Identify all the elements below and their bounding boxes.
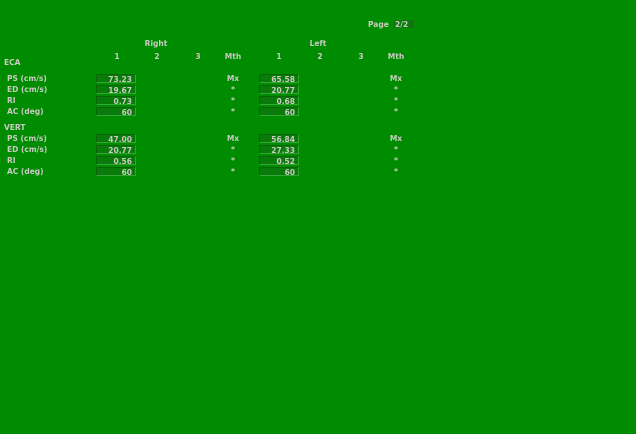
left-method: Mx — [389, 74, 403, 83]
right-col-mth-header: Mth — [224, 52, 242, 61]
right-value-cell: 47.00 — [96, 134, 136, 144]
right-value-cell: 0.73 — [96, 96, 136, 106]
left-method: * — [394, 167, 398, 176]
left-method: * — [394, 107, 398, 116]
left-value-cell: 60 — [259, 167, 299, 177]
left-side-header: Left — [309, 39, 327, 48]
page-number: 2/2 — [395, 20, 409, 29]
page-label: Page — [368, 20, 389, 29]
left-value-cell: 20.77 — [259, 85, 299, 95]
right-col-2-header: 2 — [154, 52, 160, 61]
right-value-cell: 60 — [96, 167, 136, 177]
left-method: Mx — [389, 134, 403, 143]
left-method: * — [394, 145, 398, 154]
right-value-cell: 0.56 — [96, 156, 136, 166]
left-value-cell: 27.33 — [259, 145, 299, 155]
right-method: * — [231, 96, 235, 105]
row-label: RI — [7, 156, 16, 165]
right-value-cell: 19.67 — [96, 85, 136, 95]
row-label: RI — [7, 96, 16, 105]
section-title-vert: VERT — [4, 123, 26, 132]
row-label: PS (cm/s) — [7, 74, 47, 83]
right-side-header: Right — [144, 39, 168, 48]
left-value-cell: 65.58 — [259, 74, 299, 84]
right-value-cell: 73.23 — [96, 74, 136, 84]
row-label: AC (deg) — [7, 167, 44, 176]
section-title-eca: ECA — [4, 58, 21, 67]
left-method: * — [394, 96, 398, 105]
row-label: AC (deg) — [7, 107, 44, 116]
row-label: ED (cm/s) — [7, 85, 48, 94]
row-label: ED (cm/s) — [7, 145, 48, 154]
right-method: Mx — [226, 134, 240, 143]
page-indicator: 2/2 — [392, 19, 416, 29]
left-col-2-header: 2 — [317, 52, 323, 61]
right-value-cell: 20.77 — [96, 145, 136, 155]
right-method: * — [231, 107, 235, 116]
left-col-mth-header: Mth — [387, 52, 405, 61]
left-method: * — [394, 85, 398, 94]
left-col-1-header: 1 — [276, 52, 282, 61]
right-method: Mx — [226, 74, 240, 83]
right-value-cell: 60 — [96, 107, 136, 117]
left-value-cell: 0.68 — [259, 96, 299, 106]
right-col-3-header: 3 — [195, 52, 201, 61]
row-label: PS (cm/s) — [7, 134, 47, 143]
left-value-cell: 60 — [259, 107, 299, 117]
right-method: * — [231, 145, 235, 154]
right-method: * — [231, 85, 235, 94]
left-col-3-header: 3 — [358, 52, 364, 61]
right-method: * — [231, 167, 235, 176]
left-value-cell: 56.84 — [259, 134, 299, 144]
right-col-1-header: 1 — [114, 52, 120, 61]
left-method: * — [394, 156, 398, 165]
left-value-cell: 0.52 — [259, 156, 299, 166]
right-method: * — [231, 156, 235, 165]
